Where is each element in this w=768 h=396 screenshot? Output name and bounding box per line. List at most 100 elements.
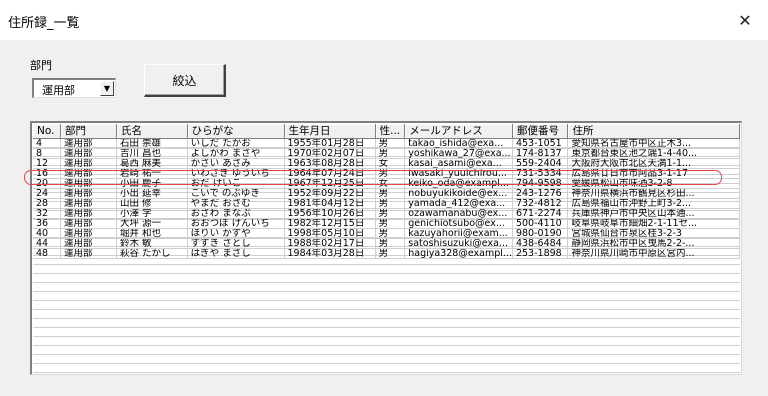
column-header[interactable]: メールアドレス bbox=[404, 124, 513, 139]
table-cell: かさい あさみ bbox=[187, 158, 285, 169]
table-cell: 40 bbox=[33, 228, 62, 239]
table-cell: 愛媛県松山市味酒3-2-8 bbox=[567, 178, 740, 189]
table-cell: 兵庫県神戸市中央区山本通... bbox=[567, 208, 740, 219]
table-cell: 731-5334 bbox=[512, 168, 569, 179]
column-header[interactable]: 郵便番号 bbox=[512, 124, 569, 139]
table-cell: はぎや まさし bbox=[187, 248, 285, 259]
table-row[interactable]: 32 運用部 小澤 学おざわ まなぶ 1956年10月26日男 ozawamanabu@… bbox=[33, 208, 740, 219]
table-cell: 小澤 学 bbox=[116, 208, 188, 219]
table-cell: nobuyukikoide@ex... bbox=[404, 188, 513, 199]
table-cell: 宮城県仙台市泉区桂3-2-3 bbox=[567, 228, 740, 239]
table-cell: 1955年01月28日 bbox=[284, 138, 376, 149]
table-row[interactable]: 16 運用部 岩崎 祐一 いわさき ゆういち 1964年07月24日男 iwasaki_y… bbox=[33, 168, 740, 179]
table-cell: 神奈川県川崎市中原区宮内... bbox=[567, 248, 740, 259]
table-cell: keiko_oda@exampl... bbox=[404, 178, 513, 189]
table-cell: 大阪府大阪市北区天満1-1... bbox=[567, 158, 740, 169]
table-cell: 559-2404 bbox=[512, 158, 569, 169]
table-cell: 女 bbox=[375, 158, 406, 169]
column-header[interactable]: 生年月日 bbox=[284, 124, 376, 139]
table-cell: おざわ まなぶ bbox=[187, 208, 285, 219]
table-cell: 28 bbox=[33, 198, 62, 209]
column-header[interactable]: 部門 bbox=[60, 124, 118, 139]
table-cell: 1984年03月28日 bbox=[284, 248, 376, 259]
table-cell: 石田 崇雄 bbox=[116, 138, 188, 149]
table-cell: 神奈川県横浜市鶴見区杉田... bbox=[567, 188, 740, 199]
table-cell: 1988年02月17日 bbox=[284, 238, 376, 249]
table-row[interactable]: 28 運用部 山田 修やまだ おさむ 1981年04月12日男 yamada_412@e… bbox=[33, 198, 740, 209]
table-row[interactable]: 20 運用部 小田 慶子 おだ けいこ 1967年12月25日女 keiko_oda@ex… bbox=[33, 178, 740, 189]
table-cell: 1956年10月26日 bbox=[284, 208, 376, 219]
column-header[interactable]: 氏名 bbox=[116, 124, 188, 139]
table-row[interactable]: 40 運用部 堀井 和也 ほりい かずや 1998年05月10日男 kazuyahorii… bbox=[33, 228, 740, 239]
table-cell: 萩谷 たかし bbox=[116, 248, 188, 259]
table-row[interactable]: 36 運用部 大坪 源一 おおつぼ げんいち 1982年12月15日男 genichiot… bbox=[33, 218, 740, 229]
table-row[interactable]: 44 運用部 鈴木 敏すずき さとし 1988年02月17日男 satoshisuzuk… bbox=[33, 238, 740, 249]
table-cell: 1952年09月22日 bbox=[284, 188, 376, 199]
table-cell: 東京都台東区池之端1-4-40... bbox=[567, 148, 740, 159]
window-title: 住所録_一覧 bbox=[8, 16, 80, 31]
table-cell: 1967年12月25日 bbox=[284, 178, 376, 189]
table-cell: 男 bbox=[375, 248, 406, 259]
table-cell: 男 bbox=[375, 228, 406, 239]
table-cell: 48 bbox=[33, 248, 62, 259]
table-cell: 1964年07月24日 bbox=[284, 168, 376, 179]
table-cell: 運用部 bbox=[60, 188, 118, 199]
table-cell: 36 bbox=[33, 218, 62, 229]
filter-button[interactable]: 絞込 bbox=[144, 64, 226, 97]
table-cell: 運用部 bbox=[60, 138, 118, 149]
table-cell: おおつぼ げんいち bbox=[187, 218, 285, 229]
table-row[interactable]: 12 運用部 葛西 麻美 かさい あさみ 1963年08月28日女 kasai_asami… bbox=[33, 158, 740, 169]
chevron-down-icon[interactable]: ▼ bbox=[100, 81, 114, 96]
table-row[interactable]: 24 運用部 小出 延幸 こいで のぶゆき 1952年09月22日男 nobuyukiko… bbox=[33, 188, 740, 199]
close-icon[interactable]: ✕ bbox=[728, 4, 762, 36]
table-cell: kasai_asami@exa... bbox=[404, 158, 513, 169]
table-cell: 広島県福山市沖野上町3-2... bbox=[567, 198, 740, 209]
table-cell: 980-0190 bbox=[512, 228, 569, 239]
table-row[interactable]: 8 運用部 吉川 昌也 よしかわ まさや 1970年02月07日男 yoshikawa_2… bbox=[33, 148, 740, 159]
table-cell: 大坪 源一 bbox=[116, 218, 188, 229]
table-cell: 4 bbox=[33, 138, 62, 149]
address-listview[interactable]: No. 部門 氏名 ひらがな 生年月日 性... メールアドレス 郵便番号 住所 4 運用部 石田 … bbox=[30, 121, 742, 375]
table-cell: よしかわ まさや bbox=[187, 148, 285, 159]
address-list-window: 住所録_一覧 ✕ 部門 運用部 ▼ 絞込 No. 部門 氏名 ひらがな 生年月日… bbox=[0, 0, 768, 396]
column-header[interactable]: ひらがな bbox=[187, 124, 285, 139]
table-row[interactable]: 48 運用部 萩谷 たかし はぎや まさし 1984年03月28日男 hagiya328@… bbox=[33, 248, 740, 259]
dept-dropdown[interactable]: 運用部 ▼ bbox=[32, 78, 116, 98]
table-cell: 男 bbox=[375, 238, 406, 249]
table-cell: genichiotsubo@ex... bbox=[404, 218, 513, 229]
table-cell: hagiya328@exampl... bbox=[404, 248, 513, 259]
table-cell: 女 bbox=[375, 178, 406, 189]
table-cell: 運用部 bbox=[60, 218, 118, 229]
table-cell: 794-9598 bbox=[512, 178, 569, 189]
table-row[interactable]: 4 運用部 石田 崇雄 いしだ たかお 1955年01月28日男 takao_ishida… bbox=[33, 138, 740, 149]
table-cell: 253-1898 bbox=[512, 248, 569, 259]
table-body: 4 運用部 石田 崇雄 いしだ たかお 1955年01月28日男 takao_ishida… bbox=[33, 138, 740, 259]
table-cell: 24 bbox=[33, 188, 62, 199]
table-cell: 20 bbox=[33, 178, 62, 189]
table-cell: 運用部 bbox=[60, 208, 118, 219]
table-cell: ozawamanabu@ex... bbox=[404, 208, 513, 219]
table-cell: 男 bbox=[375, 138, 406, 149]
address-table: No. 部門 氏名 ひらがな 生年月日 性... メールアドレス 郵便番号 住所 4 運用部 石田 … bbox=[33, 124, 740, 259]
column-header[interactable]: 住所 bbox=[567, 124, 740, 139]
table-cell: 葛西 麻美 bbox=[116, 158, 188, 169]
column-header[interactable]: 性... bbox=[375, 124, 406, 139]
table-cell: すずき さとし bbox=[187, 238, 285, 249]
table-cell: 男 bbox=[375, 148, 406, 159]
table-cell: 運用部 bbox=[60, 168, 118, 179]
table-cell: 174-8137 bbox=[512, 148, 569, 159]
table-cell: 吉川 昌也 bbox=[116, 148, 188, 159]
table-cell: 男 bbox=[375, 188, 406, 199]
title-bar: 住所録_一覧 ✕ bbox=[0, 0, 768, 40]
table-header-row: No. 部門 氏名 ひらがな 生年月日 性... メールアドレス 郵便番号 住所 bbox=[33, 124, 740, 139]
table-cell: 運用部 bbox=[60, 248, 118, 259]
table-cell: ほりい かずや bbox=[187, 228, 285, 239]
table-cell: 243-1276 bbox=[512, 188, 569, 199]
table-cell: 男 bbox=[375, 208, 406, 219]
dept-selected-value: 運用部 bbox=[42, 84, 75, 97]
table-cell: 運用部 bbox=[60, 158, 118, 169]
column-header[interactable]: No. bbox=[33, 124, 62, 139]
table-cell: いしだ たかお bbox=[187, 138, 285, 149]
table-cell: 静岡県浜松市中区曳馬2-2-... bbox=[567, 238, 740, 249]
table-cell: iwasaki_yuuichirou... bbox=[404, 168, 513, 179]
